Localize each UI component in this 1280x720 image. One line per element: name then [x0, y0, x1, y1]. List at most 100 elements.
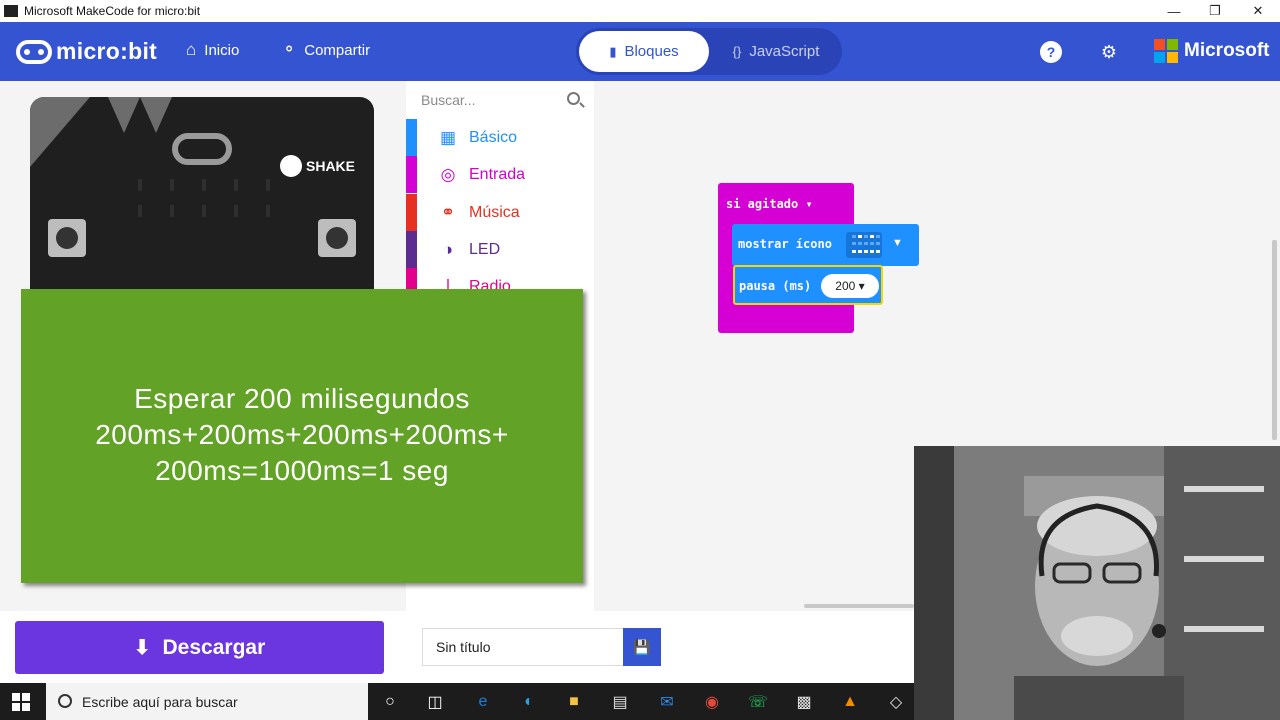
pause-label: pausa (ms)	[739, 279, 812, 293]
led	[266, 179, 270, 191]
microsoft-logo[interactable]: Microsoft	[1154, 39, 1270, 63]
category-label: Entrada	[469, 165, 526, 183]
shake-label: SHAKE	[306, 158, 356, 174]
button-a[interactable]	[48, 219, 86, 257]
brand-name: micro:bit	[56, 38, 158, 64]
shake-button[interactable]: SHAKE	[280, 155, 355, 177]
category-label: Básico	[469, 128, 518, 146]
minimize-icon[interactable]: —	[1152, 0, 1196, 22]
home-label: Inicio	[204, 41, 240, 59]
share-button[interactable]: ⚬ Compartir	[282, 40, 370, 60]
taskbar-search[interactable]: Escribe aquí para buscar	[46, 683, 368, 720]
microbit-board: SHAKE	[30, 97, 374, 297]
board-edge	[30, 97, 90, 167]
show-icon-block[interactable]: mostrar ícono ▼	[732, 224, 919, 266]
category-input[interactable]: ◎ Entrada	[406, 156, 594, 193]
show-icon-label: mostrar ícono	[738, 237, 832, 251]
gear-icon[interactable]: ⚙	[1098, 41, 1120, 63]
restore-icon[interactable]: ❐	[1193, 0, 1237, 22]
chevron-down-icon: ▾	[858, 279, 865, 293]
board-edge-notch	[140, 97, 172, 133]
overlay-text: Esperar 200 milisegundos 200ms+200ms+200…	[21, 381, 583, 489]
download-button[interactable]: ⬇ Descargar	[15, 621, 384, 674]
task-view-icon[interactable]: ◫	[423, 690, 447, 714]
overlay-line-3: 200ms=1000ms=1 seg	[155, 455, 449, 486]
led	[138, 179, 142, 191]
toggle-icon: ◑	[442, 239, 454, 259]
category-label: LED	[469, 240, 501, 258]
overlay-line-1: Esperar 200 milisegundos	[134, 383, 470, 414]
grid-icon: ▦	[439, 127, 457, 147]
window-titlebar: Microsoft MakeCode for micro:bit — ❐ ✕	[0, 0, 1280, 22]
pause-value-field[interactable]: 200 ▾	[821, 274, 879, 298]
project-name-input[interactable]: Sin título	[422, 628, 624, 666]
webcam-video	[914, 446, 1280, 720]
windows-start-icon[interactable]	[12, 693, 30, 711]
icon-picker[interactable]	[846, 232, 882, 258]
led	[170, 205, 174, 217]
category-led[interactable]: ◑ LED	[406, 231, 594, 268]
help-icon[interactable]: ?	[1040, 41, 1062, 63]
pause-block[interactable]: pausa (ms) 200 ▾	[733, 265, 883, 305]
microbit-logo[interactable]: micro:bit	[16, 38, 157, 65]
home-button[interactable]: ⌂ Inicio	[186, 40, 239, 60]
app-icon[interactable]: ◇	[884, 690, 908, 714]
category-music[interactable]: ⚭ Música	[406, 194, 594, 231]
presenter-image	[914, 446, 1280, 720]
chevron-down-icon[interactable]: ▼	[892, 237, 903, 249]
tab-blocks-label: Bloques	[624, 43, 679, 60]
shake-dot-icon	[280, 155, 302, 177]
microbit-face-icon	[16, 39, 52, 64]
category-label: Música	[469, 203, 520, 221]
cortana-icon[interactable]: ○	[378, 690, 402, 714]
save-button[interactable]: 💾	[623, 628, 661, 666]
toolbox-search[interactable]: Buscar...	[406, 81, 594, 119]
headphones-icon: ⚭	[440, 202, 456, 222]
chrome-icon[interactable]: ◉	[700, 690, 724, 714]
app-header: micro:bit ⌂ Inicio ⚬ Compartir ▮ Bloques…	[0, 22, 1280, 81]
windows-taskbar: Escribe aquí para buscar ○ ◫ e ◐ ■ ▤ ✉ ◉…	[0, 683, 914, 720]
edge-legacy-icon[interactable]: e	[471, 690, 495, 714]
target-icon: ◎	[440, 164, 456, 184]
tab-javascript[interactable]: {} JavaScript	[712, 31, 840, 72]
taskbar-search-placeholder: Escribe aquí para buscar	[82, 693, 238, 710]
horizontal-scrollbar[interactable]	[804, 604, 914, 608]
led	[234, 179, 238, 191]
file-explorer-icon[interactable]: ■	[562, 690, 586, 714]
pause-value: 200	[835, 279, 856, 293]
store-icon[interactable]: ▤	[608, 690, 632, 714]
led	[202, 205, 206, 217]
braces-icon: {}	[732, 44, 742, 59]
tab-javascript-label: JavaScript	[749, 43, 820, 60]
button-b[interactable]	[318, 219, 356, 257]
project-name: Sin título	[436, 639, 491, 655]
whatsapp-icon[interactable]: ☏	[746, 690, 770, 714]
led	[234, 205, 238, 217]
microsoft-label: Microsoft	[1184, 40, 1270, 61]
save-icon: 💾	[633, 638, 651, 655]
makecode-app-icon[interactable]: ▩	[792, 690, 816, 714]
download-label: Descargar	[162, 635, 266, 659]
category-basic[interactable]: ▦ Básico	[406, 119, 594, 156]
search-icon	[58, 694, 72, 708]
close-icon[interactable]: ✕	[1236, 0, 1280, 22]
edge-icon[interactable]: ◐	[517, 690, 541, 714]
toolbox-search-input[interactable]: Buscar...	[421, 92, 475, 108]
microsoft-squares-icon	[1154, 39, 1178, 63]
share-label: Compartir	[304, 41, 371, 59]
tab-blocks[interactable]: ▮ Bloques	[579, 31, 709, 72]
vlc-icon[interactable]: ▲	[838, 690, 862, 714]
led	[266, 205, 270, 217]
app-icon	[4, 5, 18, 17]
search-icon[interactable]	[567, 92, 580, 105]
led	[138, 205, 142, 217]
mail-icon[interactable]: ✉	[655, 690, 679, 714]
window-title: Microsoft MakeCode for micro:bit	[24, 4, 201, 18]
editor-toggle: ▮ Bloques {} JavaScript	[576, 28, 842, 75]
download-icon: ⬇	[133, 637, 151, 659]
board-face	[172, 133, 232, 165]
vertical-scrollbar[interactable]	[1272, 240, 1277, 440]
led	[202, 179, 206, 191]
overlay-line-2: 200ms+200ms+200ms+200ms+	[95, 419, 509, 450]
home-icon: ⌂	[186, 40, 197, 59]
